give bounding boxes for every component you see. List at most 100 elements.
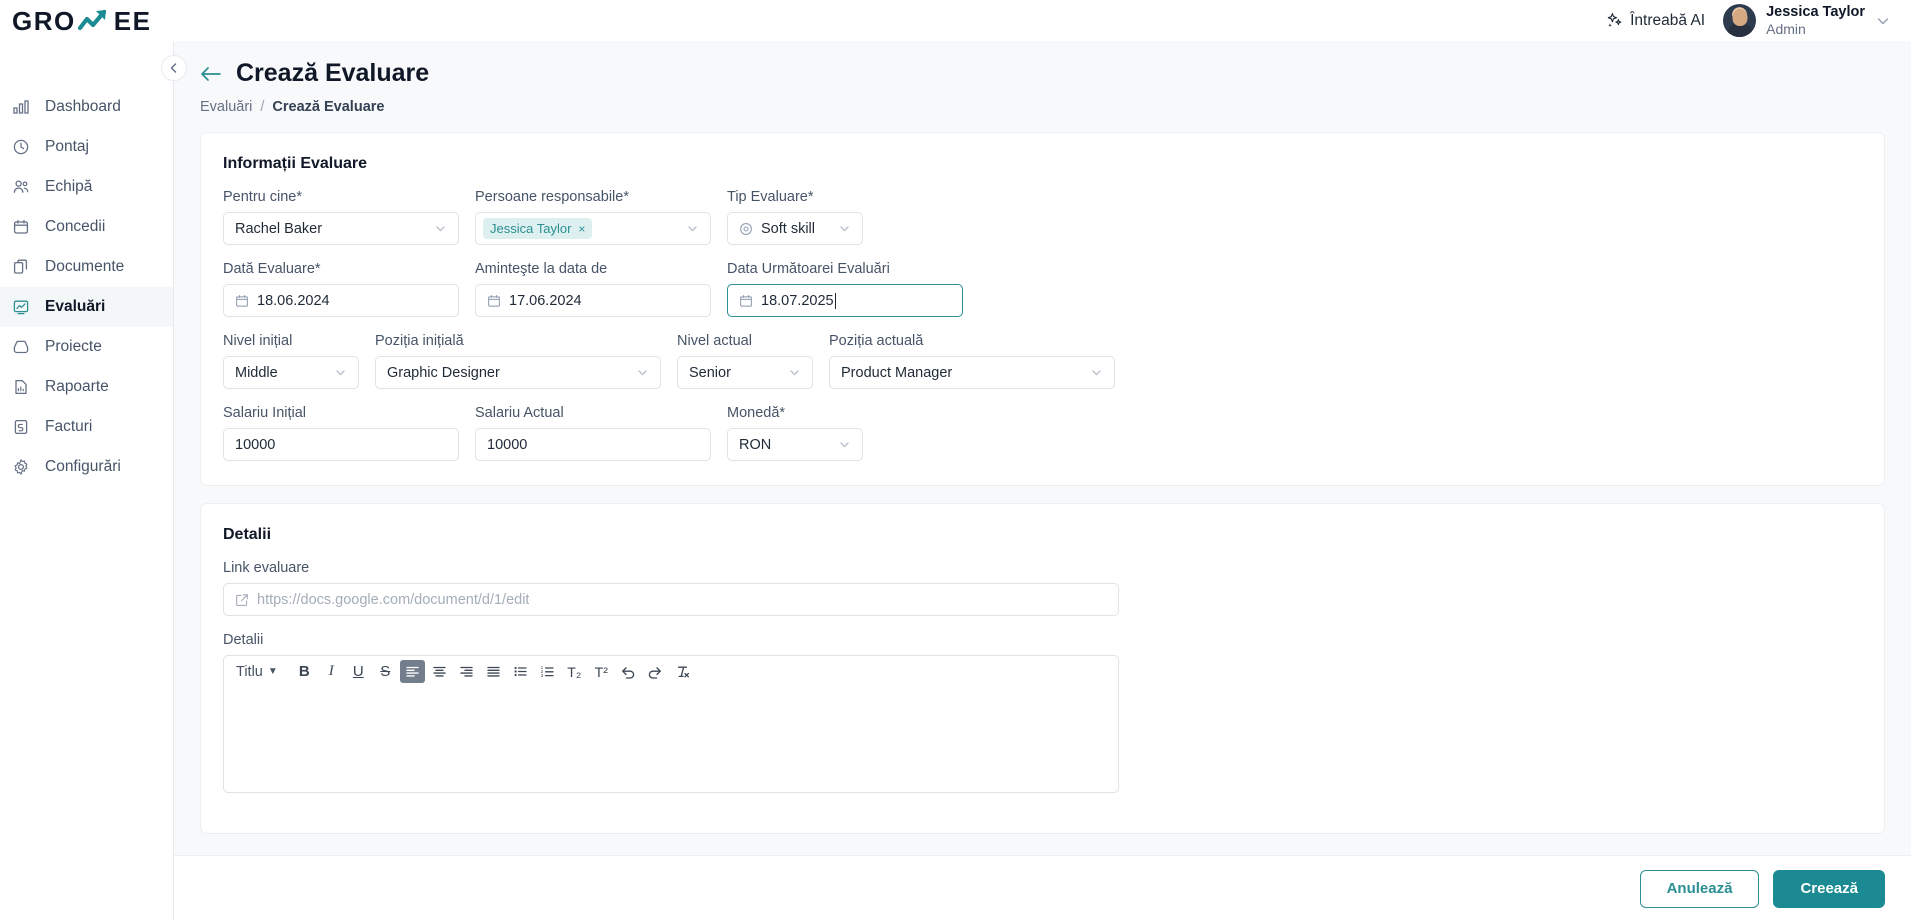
field-label: Poziția inițială: [375, 333, 464, 349]
form-row-1: Pentru cine* Rachel Baker Persoane respo…: [223, 189, 1862, 261]
sidebar-item-dashboard[interactable]: Dashboard: [0, 87, 173, 127]
user-name: Jessica Taylor: [1766, 4, 1865, 21]
link-evaluare-placeholder: https://docs.google.com/document/d/1/edi…: [257, 591, 530, 608]
sidebar-item-label: Facturi: [45, 418, 93, 435]
clear-format-button[interactable]: [670, 660, 695, 683]
sidebar-item-configurari[interactable]: Configurări: [0, 447, 173, 487]
bar-chart-icon: [11, 97, 31, 117]
editor-content-area[interactable]: [223, 687, 1119, 793]
align-center-button[interactable]: [427, 660, 452, 683]
back-arrow-icon[interactable]: [200, 66, 222, 82]
documents-icon: [11, 257, 31, 277]
sidebar-item-label: Proiecte: [45, 338, 102, 355]
field-label: Nivel inițial: [223, 333, 293, 349]
pozitia-actuala-value: Product Manager: [841, 364, 953, 381]
data-evaluare-datepicker[interactable]: 18.06.2024: [223, 284, 459, 317]
numbered-list-button[interactable]: 123: [535, 660, 560, 683]
sidebar-item-label: Configurări: [45, 458, 121, 475]
user-role: Admin: [1766, 20, 1806, 37]
aminteste-datepicker[interactable]: 17.06.2024: [475, 284, 711, 317]
bold-button[interactable]: B: [292, 660, 317, 683]
undo-button[interactable]: [616, 660, 641, 683]
sidebar-collapse-button[interactable]: [161, 55, 187, 81]
details-card: Detalii Link evaluare https://docs.googl…: [200, 503, 1885, 834]
ask-ai-label: Întreabă AI: [1630, 11, 1706, 29]
pentru-cine-select[interactable]: Rachel Baker: [223, 212, 459, 245]
data-urmatoare-datepicker[interactable]: 18.07.2025: [727, 284, 963, 317]
sidebar-item-label: Echipă: [45, 178, 93, 195]
salariu-initial-value: 10000: [235, 436, 276, 453]
app-logo[interactable]: GRO EE: [0, 0, 174, 41]
strikethrough-button[interactable]: S: [373, 660, 398, 683]
data-evaluare-value: 18.06.2024: [257, 292, 330, 309]
cancel-button[interactable]: Anulează: [1639, 869, 1760, 908]
field-persoane-responsabile: Persoane responsabile* Jessica Taylor ×: [475, 189, 711, 245]
italic-button[interactable]: I: [319, 660, 344, 683]
salariu-actual-input[interactable]: 10000: [475, 428, 711, 461]
sidebar-item-label: Concedii: [45, 218, 106, 235]
field-label: Aminteşte la data de: [475, 261, 608, 277]
field-pozitia-initiala: Poziția inițială Graphic Designer: [375, 333, 661, 389]
sidebar-item-evaluari[interactable]: Evaluări: [0, 287, 173, 327]
subscript-button[interactable]: T₂: [562, 660, 587, 683]
user-menu[interactable]: Jessica Taylor Admin: [1723, 4, 1891, 37]
field-salariu-initial: Salariu Inițial 10000: [223, 405, 459, 461]
chevron-down-icon: [838, 438, 851, 451]
sidebar-item-rapoarte[interactable]: Rapoarte: [0, 367, 173, 407]
align-left-button[interactable]: [399, 660, 425, 683]
sidebar-item-pontaj[interactable]: Pontaj: [0, 127, 173, 167]
sparkle-icon: [1606, 12, 1623, 29]
sidebar-item-label: Dashboard: [45, 98, 121, 115]
sidebar-item-concedii[interactable]: Concedii: [0, 207, 173, 247]
ask-ai-button[interactable]: Întreabă AI: [1606, 12, 1705, 30]
field-nivel-actual: Nivel actual Senior: [677, 333, 813, 389]
superscript-button[interactable]: T²: [589, 660, 614, 683]
persoane-responsabile-multiselect[interactable]: Jessica Taylor ×: [475, 212, 711, 245]
field-label: Dată Evaluare*: [223, 261, 321, 277]
salariu-initial-input[interactable]: 10000: [223, 428, 459, 461]
tip-evaluare-value: Soft skill: [761, 220, 815, 237]
form-row-2: Dată Evaluare* 18.06.2024 Aminteşte la d…: [223, 261, 1862, 333]
calendar-icon: [235, 294, 249, 308]
heading-dropdown[interactable]: Titlu ▼: [232, 664, 282, 680]
field-label: Link evaluare: [223, 560, 310, 576]
tip-evaluare-select[interactable]: Soft skill: [727, 212, 863, 245]
sidebar-item-documente[interactable]: Documente: [0, 247, 173, 287]
bullet-list-button[interactable]: [508, 660, 533, 683]
pozitia-actuala-select[interactable]: Product Manager: [829, 356, 1115, 389]
sidebar-item-proiecte[interactable]: Proiecte: [0, 327, 173, 367]
form-row-3: Nivel inițial Middle Poziția inițială Gr…: [223, 333, 1862, 405]
sidebar-item-label: Rapoarte: [45, 378, 109, 395]
link-evaluare-input[interactable]: https://docs.google.com/document/d/1/edi…: [223, 583, 1119, 616]
create-button[interactable]: Creează: [1773, 869, 1885, 908]
logo-text-left: GRO: [12, 5, 76, 36]
field-label: Tip Evaluare*: [727, 189, 814, 205]
underline-button[interactable]: U: [346, 660, 371, 683]
data-urmatoare-value: 18.07.2025: [761, 292, 834, 309]
chevron-down-icon: [434, 222, 447, 235]
align-justify-button[interactable]: [481, 660, 506, 683]
align-right-button[interactable]: [454, 660, 479, 683]
sidebar-item-facturi[interactable]: Facturi: [0, 407, 173, 447]
field-label: Pentru cine*: [223, 189, 302, 205]
page-title: Crează Evaluare: [236, 59, 430, 87]
field-pozitia-actuala: Poziția actuală Product Manager: [829, 333, 1115, 389]
editor-toolbar: Titlu ▼ B I U S 1 2 3 T₂ T²: [223, 655, 1119, 687]
chevron-down-icon: ▼: [267, 666, 278, 677]
field-label: Salariu Actual: [475, 405, 564, 421]
moneda-select[interactable]: RON: [727, 428, 863, 461]
chevron-down-icon: [788, 366, 801, 379]
nivel-actual-select[interactable]: Senior: [677, 356, 813, 389]
salariu-actual-value: 10000: [487, 436, 528, 453]
nivel-initial-value: Middle: [235, 364, 278, 381]
pozitia-initiala-select[interactable]: Graphic Designer: [375, 356, 661, 389]
nivel-initial-select[interactable]: Middle: [223, 356, 359, 389]
form-row-4: Salariu Inițial 10000 Salariu Actual 100…: [223, 405, 1862, 461]
sidebar-item-echipa[interactable]: Echipă: [0, 167, 173, 207]
breadcrumb-parent[interactable]: Evaluări: [200, 99, 252, 115]
field-label: Persoane responsabile*: [475, 189, 629, 205]
redo-button[interactable]: [643, 660, 668, 683]
selected-person-tag[interactable]: Jessica Taylor ×: [483, 218, 593, 239]
remove-tag-icon[interactable]: ×: [578, 222, 585, 236]
selected-person-label: Jessica Taylor: [490, 221, 572, 236]
